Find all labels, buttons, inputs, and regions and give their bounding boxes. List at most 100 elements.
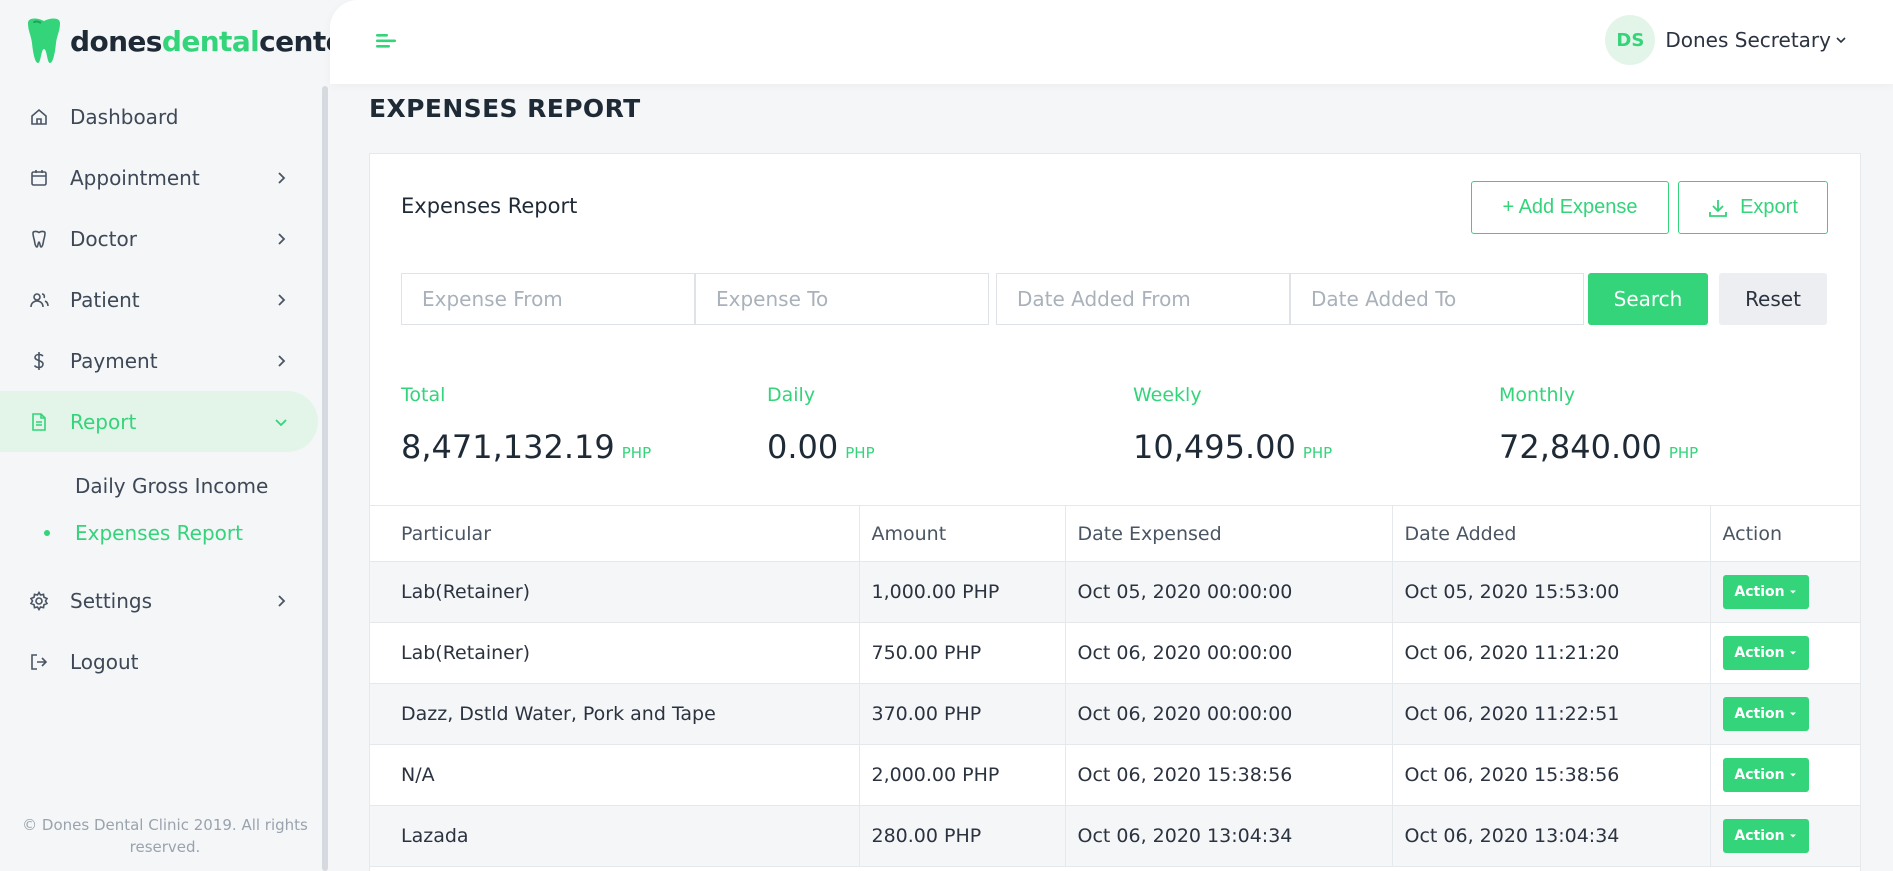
stat-total: Total 8,471,132.19 PHP: [401, 384, 651, 466]
chevron-down-icon: [1836, 37, 1846, 44]
chevron-right-icon: [278, 354, 286, 367]
sidebar-item-label: Logout: [70, 649, 139, 674]
column-header[interactable]: Amount: [858, 505, 1065, 562]
stat-value: 8,471,132.19: [401, 428, 615, 466]
table-row: Lab(Retainer) 750.00 PHP Oct 06, 2020 00…: [370, 622, 1860, 684]
tooth-icon: [28, 228, 50, 250]
sidebar-item-label: Doctor: [70, 226, 137, 251]
export-button[interactable]: Export: [1678, 181, 1828, 234]
sidebar-item-appointment[interactable]: Appointment: [0, 147, 318, 208]
page-title: EXPENSES REPORT: [369, 94, 641, 123]
submenu-item-daily-gross-income[interactable]: Daily Gross Income: [0, 462, 318, 509]
cell-date-added: Oct 06, 2020 13:04:34: [1391, 805, 1710, 867]
app-root: donesdentalcenter Dashboard Appointment: [0, 0, 1893, 871]
brand-logo[interactable]: donesdentalcenter: [24, 16, 358, 66]
action-dropdown-button[interactable]: Action: [1722, 758, 1809, 792]
cell-action: Action: [1709, 805, 1860, 867]
sidebar-item-settings[interactable]: Settings: [0, 570, 318, 631]
caret-down-icon: [1789, 651, 1796, 655]
table-row: Dazz, Dstld Water, Pork and Tape 370.00 …: [370, 683, 1860, 745]
sidebar-item-label: Report: [70, 409, 137, 434]
sidebar-item-label: Appointment: [70, 165, 200, 190]
cell-date-added: Oct 06, 2020 11:22:51: [1391, 683, 1710, 745]
column-header[interactable]: Particular: [370, 505, 859, 562]
action-dropdown-button[interactable]: Action: [1722, 575, 1809, 609]
column-header[interactable]: Date Added: [1391, 505, 1710, 562]
cell-particular: Lab(Retainer): [370, 622, 859, 684]
cell-date-added: Oct 06, 2020 11:21:20: [1391, 622, 1710, 684]
action-dropdown-button[interactable]: Action: [1722, 697, 1809, 731]
column-header[interactable]: Date Expensed: [1064, 505, 1392, 562]
search-button[interactable]: Search: [1588, 273, 1708, 325]
report-submenu: Daily Gross Income Expenses Report: [0, 452, 318, 570]
expenses-table: Particular Amount Date Expensed Date Add…: [370, 505, 1860, 867]
cell-date-expensed: Oct 06, 2020 15:38:56: [1064, 744, 1392, 806]
chevron-right-icon: [278, 594, 286, 607]
caret-down-icon: [1789, 773, 1796, 777]
tooth-logo-icon: [28, 18, 60, 63]
dollar-icon: [28, 350, 50, 372]
action-dropdown-button[interactable]: Action: [1722, 636, 1809, 670]
cell-particular: Lab(Retainer): [370, 561, 859, 623]
cell-amount: 1,000.00 PHP: [858, 561, 1065, 623]
sidebar-item-dashboard[interactable]: Dashboard: [0, 86, 318, 147]
expense-from-input[interactable]: [401, 273, 695, 325]
sidebar-nav: Dashboard Appointment Doctor Patient Pay…: [0, 86, 318, 692]
date-added-to-input[interactable]: [1290, 273, 1584, 325]
cell-amount: 280.00 PHP: [858, 805, 1065, 867]
stat-daily: Daily 0.00 PHP: [767, 384, 875, 466]
stat-weekly: Weekly 10,495.00 PHP: [1133, 384, 1332, 466]
sidebar-item-label: Dashboard: [70, 104, 179, 129]
sidebar-item-report[interactable]: Report: [0, 391, 318, 452]
sidebar-item-logout[interactable]: Logout: [0, 631, 318, 692]
cell-particular: Dazz, Dstld Water, Pork and Tape: [370, 683, 859, 745]
cell-amount: 750.00 PHP: [858, 622, 1065, 684]
brand-name: donesdentalcenter: [70, 24, 358, 58]
sidebar-item-doctor[interactable]: Doctor: [0, 208, 318, 269]
stat-unit: PHP: [621, 444, 652, 462]
stat-value: 10,495.00: [1133, 428, 1296, 466]
sidebar-item-patient[interactable]: Patient: [0, 269, 318, 330]
caret-down-icon: [1789, 712, 1796, 716]
add-expense-button[interactable]: + Add Expense: [1471, 181, 1669, 234]
cell-date-expensed: Oct 06, 2020 13:04:34: [1064, 805, 1392, 867]
cell-date-expensed: Oct 05, 2020 00:00:00: [1064, 561, 1392, 623]
column-header: Action: [1709, 505, 1860, 562]
cell-date-expensed: Oct 06, 2020 00:00:00: [1064, 683, 1392, 745]
calendar-icon: [28, 167, 50, 189]
cell-action: Action: [1709, 561, 1860, 623]
stat-label: Monthly: [1499, 384, 1576, 406]
sidebar-item-payment[interactable]: Payment: [0, 330, 318, 391]
user-name: Dones Secretary: [1665, 28, 1831, 52]
table-header-row: Particular Amount Date Expensed Date Add…: [370, 505, 1860, 562]
expense-to-input[interactable]: [695, 273, 989, 325]
stat-value: 72,840.00: [1499, 428, 1662, 466]
action-dropdown-button[interactable]: Action: [1722, 819, 1809, 853]
reset-button[interactable]: Reset: [1719, 273, 1827, 325]
stat-monthly: Monthly 72,840.00 PHP: [1499, 384, 1698, 466]
users-icon: [28, 289, 50, 311]
avatar: DS: [1605, 15, 1656, 65]
cell-particular: Lazada: [370, 805, 859, 867]
submenu-item-expenses-report[interactable]: Expenses Report: [0, 509, 318, 556]
sidebar-scrollbar[interactable]: [322, 86, 328, 871]
cell-date-added: Oct 06, 2020 15:38:56: [1391, 744, 1710, 806]
cell-amount: 370.00 PHP: [858, 683, 1065, 745]
menu-toggle-icon[interactable]: [374, 30, 398, 52]
user-menu[interactable]: DS Dones Secretary: [1605, 15, 1847, 65]
cell-date-expensed: Oct 06, 2020 00:00:00: [1064, 622, 1392, 684]
logout-icon: [28, 651, 50, 673]
caret-down-icon: [1789, 590, 1796, 594]
expenses-card: Expenses Report + Add Expense Export Sea…: [369, 153, 1861, 871]
sidebar: donesdentalcenter Dashboard Appointment: [0, 0, 358, 871]
date-added-from-input[interactable]: [996, 273, 1290, 325]
download-icon: [1709, 199, 1727, 217]
cell-action: Action: [1709, 622, 1860, 684]
stat-unit: PHP: [845, 444, 875, 462]
caret-down-icon: [1789, 834, 1796, 838]
chevron-right-icon: [278, 293, 286, 306]
stat-unit: PHP: [1668, 444, 1699, 462]
export-label: Export: [1740, 196, 1798, 218]
cell-date-added: Oct 05, 2020 15:53:00: [1391, 561, 1710, 623]
document-icon: [28, 411, 50, 433]
